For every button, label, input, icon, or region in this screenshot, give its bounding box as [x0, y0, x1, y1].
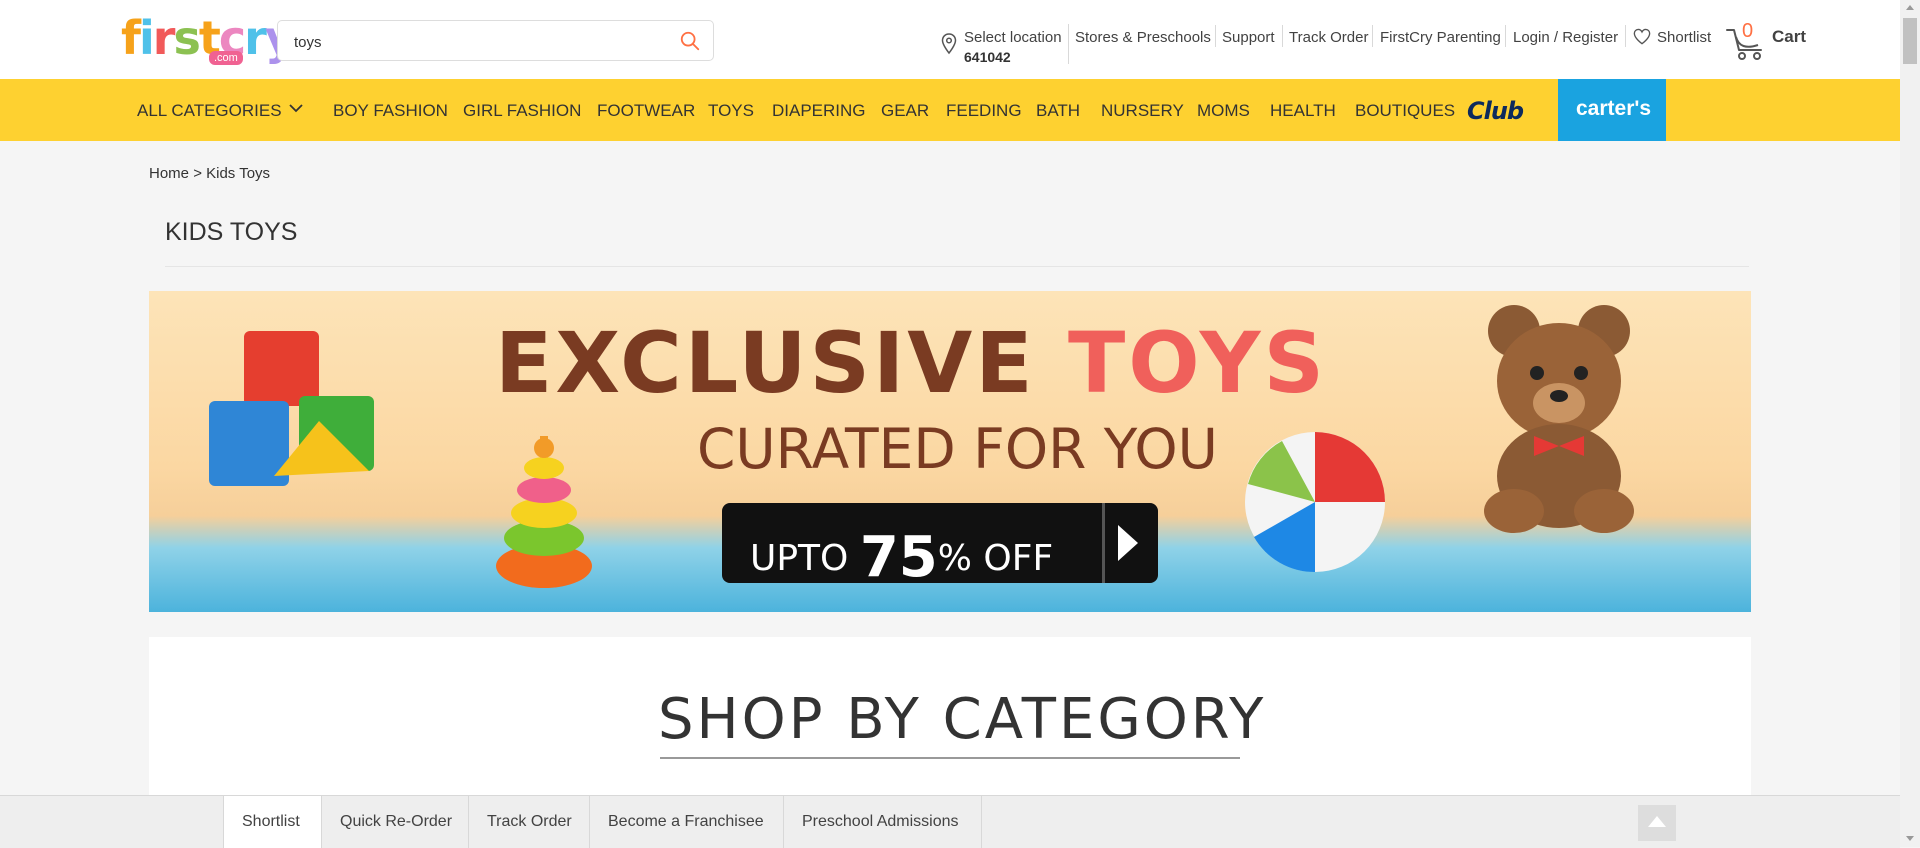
firstcry-logo[interactable]: firstcry .com — [121, 15, 295, 71]
footer-tab-shortlist[interactable]: Shortlist — [223, 796, 321, 848]
logo-wordmark: firstcry — [121, 15, 295, 61]
cta-prefix: UPTO — [750, 538, 849, 579]
breadcrumb-home[interactable]: Home — [149, 165, 189, 182]
scroll-to-top-button[interactable] — [1638, 805, 1676, 841]
footer-tab-track-order[interactable]: Track Order — [468, 796, 590, 848]
nav-bath[interactable]: BATH — [1036, 101, 1080, 121]
nav-toys[interactable]: TOYS — [708, 101, 754, 121]
footer-tab-label: Track Order — [487, 813, 572, 830]
club-logo[interactable]: Club — [1467, 97, 1524, 125]
divider — [1282, 25, 1283, 47]
footer-tab-label: Preschool Admissions — [802, 813, 959, 830]
cta-suffix: % OFF — [937, 538, 1054, 579]
divider — [1215, 25, 1216, 47]
nav-health[interactable]: HEALTH — [1270, 101, 1336, 121]
nav-girl-fashion[interactable]: GIRL FASHION — [463, 101, 581, 121]
nav-boutiques[interactable]: BOUTIQUES — [1355, 101, 1455, 121]
scroll-up-arrow-icon[interactable] — [1906, 5, 1914, 10]
scrollbar-thumb[interactable] — [1903, 18, 1917, 64]
beach-ball-illustration — [1245, 432, 1385, 573]
divider — [1372, 25, 1373, 47]
search-box[interactable] — [277, 20, 714, 61]
footer-tab-label: Quick Re-Order — [340, 813, 453, 830]
teddy-bear-illustration — [1484, 305, 1634, 533]
logo-letter: f — [121, 11, 141, 65]
nav-diapering[interactable]: DIAPERING — [772, 101, 866, 121]
select-location-link[interactable]: Select location — [964, 29, 1062, 46]
banner-subheadline: CURATED FOR YOU — [697, 417, 1218, 481]
carters-logo-text: carter's — [1576, 97, 1652, 120]
cta-text: UPTO 75% OFF — [750, 519, 1054, 590]
toy-blocks-illustration — [209, 331, 374, 486]
divider — [1505, 25, 1506, 47]
footer-tab-label: Shortlist — [242, 813, 300, 830]
footer-quick-links-bar: Shortlist Quick Re-Order Track Order Bec… — [0, 795, 1900, 848]
divider — [1625, 25, 1626, 47]
nav-moms[interactable]: MOMS — [1197, 101, 1250, 121]
breadcrumb-separator: > — [193, 165, 202, 182]
banner-headline-part1: EXCLUSIVE — [495, 314, 1036, 412]
play-arrow-icon — [1118, 525, 1138, 561]
shop-by-category-heading: SHOP BY CATEGORY — [658, 687, 1267, 752]
cta-divider — [1102, 503, 1105, 583]
chevron-down-icon[interactable] — [289, 103, 303, 113]
heading-underline — [660, 757, 1240, 759]
footer-tab-label: Become a Franchisee — [608, 813, 764, 830]
footer-tab-franchisee[interactable]: Become a Franchisee — [589, 796, 784, 848]
support-link[interactable]: Support — [1222, 29, 1275, 46]
breadcrumb: Home > Kids Toys — [149, 165, 270, 182]
search-icon[interactable] — [679, 30, 701, 52]
banner-headline-part2: TOYS — [1067, 314, 1327, 412]
cart-link[interactable]: Cart — [1772, 27, 1806, 47]
location-pincode[interactable]: 641042 — [964, 49, 1011, 65]
login-register-link[interactable]: Login / Register — [1513, 29, 1618, 46]
footer-tab-preschool-admissions[interactable]: Preschool Admissions — [783, 796, 982, 848]
logo-letter: i — [139, 11, 155, 65]
heart-icon[interactable] — [1633, 28, 1651, 45]
breadcrumb-current: Kids Toys — [206, 165, 271, 182]
shop-by-category-section: SHOP BY CATEGORY — [149, 637, 1751, 797]
nav-all-categories[interactable]: ALL CATEGORIES — [137, 101, 282, 121]
location-pin-icon[interactable] — [941, 33, 957, 55]
nav-boy-fashion[interactable]: BOY FASHION — [333, 101, 448, 121]
exclusive-toys-banner[interactable]: EXCLUSIVE TOYS CURATED FOR YOU UPTO 75% … — [149, 291, 1751, 612]
cta-number: 75 — [859, 525, 938, 590]
divider — [1068, 24, 1069, 64]
search-input[interactable] — [292, 29, 656, 55]
shortlist-link[interactable]: Shortlist — [1657, 29, 1711, 46]
logo-letter: r — [244, 11, 267, 65]
page-title: KIDS TOYS — [165, 218, 298, 246]
stores-preschools-link[interactable]: Stores & Preschools — [1075, 29, 1211, 46]
logo-letter: s — [173, 11, 200, 65]
arrow-up-icon — [1648, 816, 1666, 827]
logo-dotcom: .com — [209, 51, 243, 65]
track-order-link[interactable]: Track Order — [1289, 29, 1368, 46]
cart-count[interactable]: 0 — [1742, 20, 1753, 43]
firstcry-parenting-link[interactable]: FirstCry Parenting — [1380, 29, 1501, 46]
carters-brand-button[interactable]: carter's — [1558, 79, 1666, 141]
nav-feeding[interactable]: FEEDING — [946, 101, 1022, 121]
nav-nursery[interactable]: NURSERY — [1101, 101, 1184, 121]
scroll-down-arrow-icon[interactable] — [1906, 836, 1914, 841]
nav-gear[interactable]: GEAR — [881, 101, 929, 121]
footer-tab-quick-reorder[interactable]: Quick Re-Order — [321, 796, 469, 848]
site-header: firstcry .com Select location 641042 Sto… — [0, 0, 1900, 79]
banner-headline: EXCLUSIVE TOYS — [495, 314, 1327, 412]
banner-cta-button[interactable]: UPTO 75% OFF — [722, 503, 1158, 590]
nav-footwear[interactable]: FOOTWEAR — [597, 101, 695, 121]
logo-letter: r — [152, 11, 176, 65]
page-scrollbar[interactable] — [1900, 0, 1920, 847]
divider — [165, 266, 1749, 267]
stacking-rings-illustration — [496, 436, 592, 588]
